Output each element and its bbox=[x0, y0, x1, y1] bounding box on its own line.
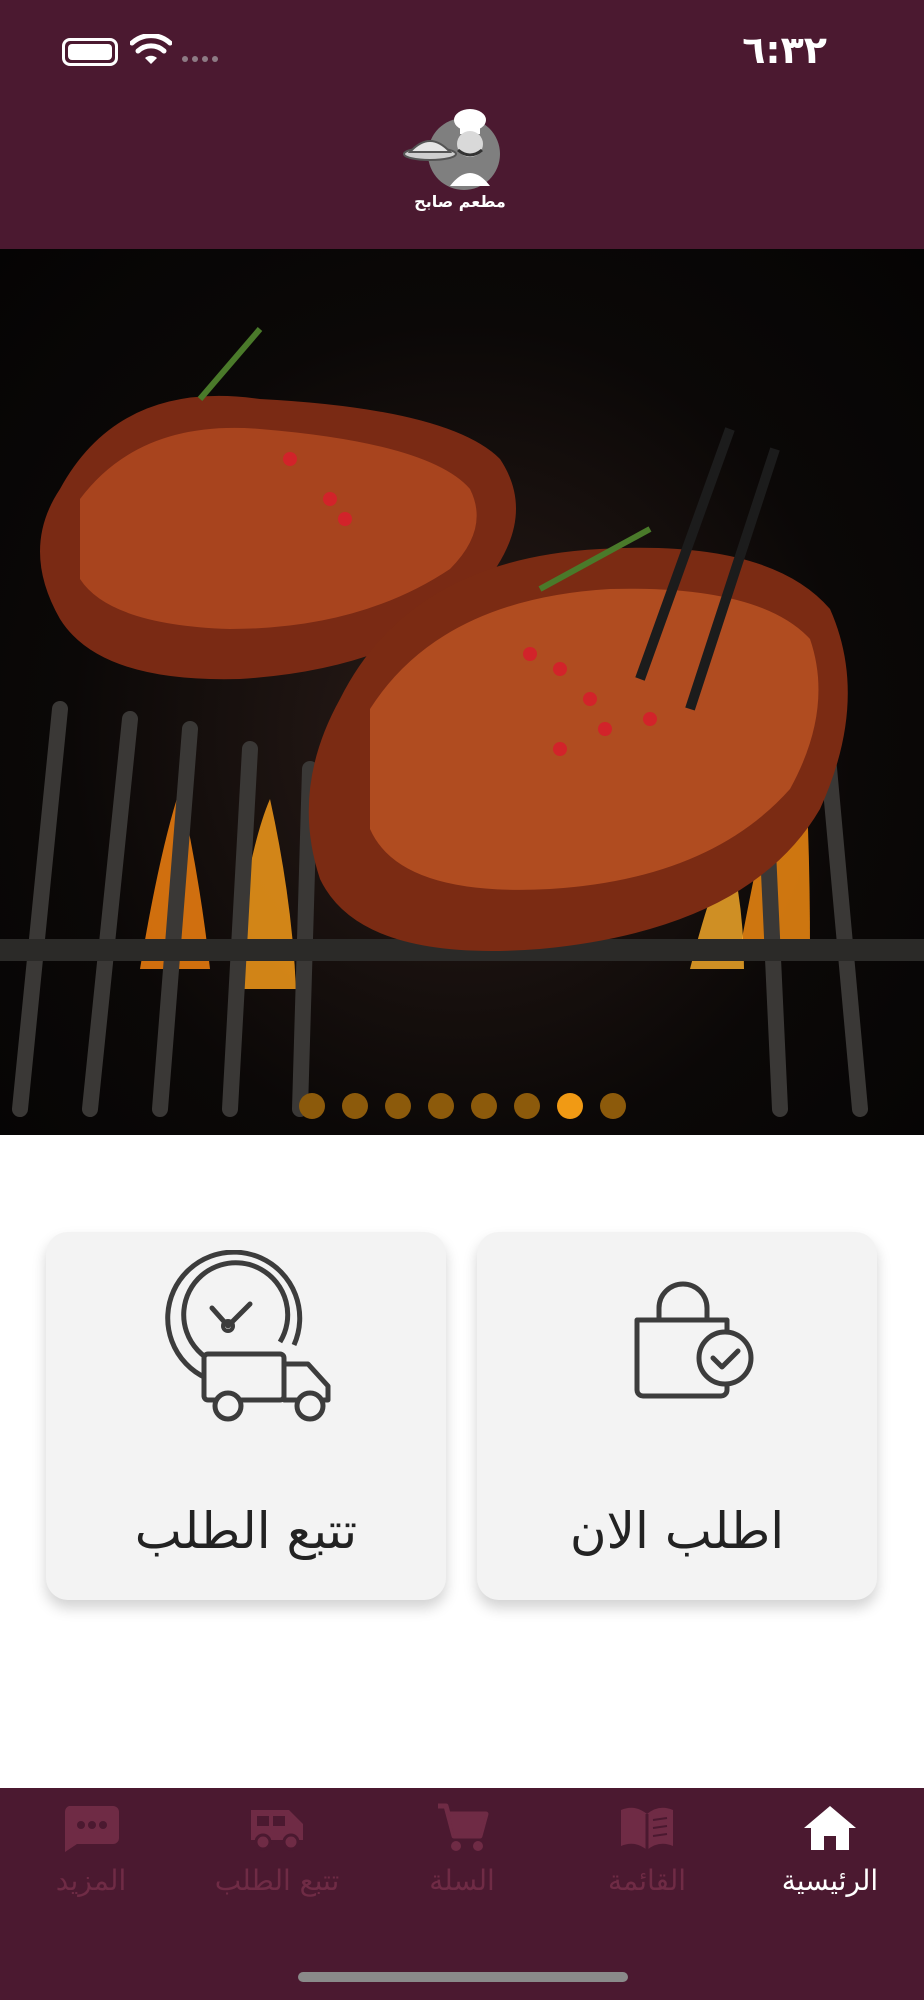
track-order-label: تتبع الطلب bbox=[134, 1502, 358, 1560]
carousel-dot-active[interactable] bbox=[556, 1093, 583, 1119]
nav-item-track-order[interactable]: تتبع الطلب bbox=[192, 1802, 362, 1932]
nav-item-menu[interactable]: القائمة bbox=[562, 1802, 732, 1932]
order-now-label: اطلب الان bbox=[569, 1502, 785, 1560]
carousel-dot[interactable] bbox=[427, 1093, 454, 1119]
bottom-navigation: المزيد تتبع الطلب السلة القائمة الرئيسية bbox=[0, 1788, 924, 2000]
menu-book-icon bbox=[621, 1807, 673, 1850]
nav-item-more[interactable]: المزيد bbox=[6, 1802, 176, 1932]
carousel-dot[interactable] bbox=[384, 1093, 411, 1119]
nav-label-more: المزيد bbox=[55, 1864, 127, 1897]
grilled-steaks-image bbox=[0, 327, 924, 1117]
shopping-bag-check-icon bbox=[634, 1281, 754, 1399]
logo-text: مطعم صابح bbox=[414, 192, 506, 211]
cart-icon bbox=[438, 1803, 489, 1851]
status-time: ٦:٣٢ bbox=[742, 28, 827, 72]
battery-icon bbox=[62, 38, 118, 66]
more-chat-icon bbox=[64, 1806, 119, 1852]
carousel-indicator bbox=[0, 1093, 924, 1119]
nav-label-home: الرئيسية bbox=[781, 1864, 879, 1897]
nav-label-track-order: تتبع الطلب bbox=[214, 1864, 340, 1897]
order-now-card[interactable]: اطلب الان bbox=[477, 1232, 877, 1600]
nav-label-menu: القائمة bbox=[608, 1864, 686, 1897]
carousel-dot[interactable] bbox=[298, 1093, 325, 1119]
nav-item-home[interactable]: الرئيسية bbox=[745, 1802, 915, 1932]
track-order-card[interactable]: تتبع الطلب bbox=[46, 1232, 446, 1600]
signal-icon bbox=[182, 56, 218, 62]
home-icon bbox=[804, 1806, 856, 1850]
nav-label-cart: السلة bbox=[429, 1864, 495, 1897]
carousel-dot[interactable] bbox=[599, 1093, 626, 1119]
hero-banner[interactable] bbox=[0, 249, 924, 1135]
carousel-dot[interactable] bbox=[341, 1093, 368, 1119]
carousel-dot[interactable] bbox=[470, 1093, 497, 1119]
app-header: ٦:٣٢ مطعم صابح bbox=[0, 0, 924, 249]
status-bar: ٦:٣٢ bbox=[0, 0, 924, 100]
home-indicator[interactable] bbox=[298, 1972, 628, 1982]
nav-item-cart[interactable]: السلة bbox=[377, 1802, 547, 1932]
carousel-dot[interactable] bbox=[513, 1093, 540, 1119]
delivery-clock-icon bbox=[165, 1250, 331, 1422]
wifi-icon bbox=[130, 34, 172, 64]
truck-icon bbox=[251, 1810, 303, 1851]
